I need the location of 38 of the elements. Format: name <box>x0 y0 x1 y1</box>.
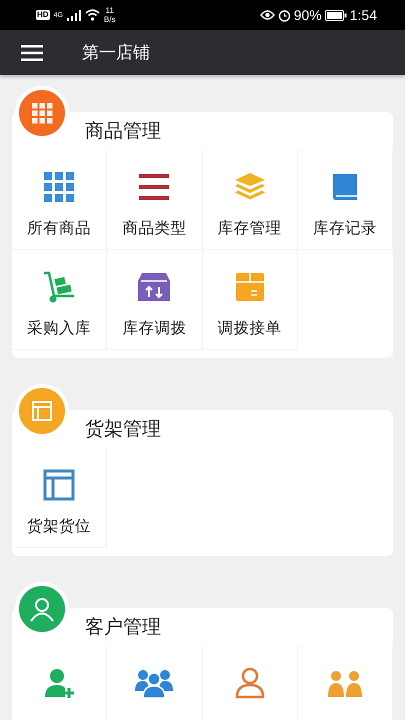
section-title: 客户管理 <box>85 615 162 640</box>
hand-truck-icon <box>42 270 76 304</box>
box-icon <box>234 270 266 304</box>
tile-label: 货架货位 <box>27 516 92 537</box>
menu-tile[interactable]: 商品类型 <box>107 150 202 250</box>
alarm-icon <box>278 8 291 22</box>
battery-icon <box>324 10 347 20</box>
grid-icon <box>43 170 76 204</box>
add-user-icon <box>43 666 76 700</box>
tile-label: 库存调拨 <box>122 318 186 339</box>
shelf-icon <box>43 468 76 502</box>
menu-icon[interactable] <box>21 44 43 60</box>
section-title: 货架管理 <box>85 417 162 442</box>
eye-icon <box>260 10 275 20</box>
signal-icon <box>66 10 81 20</box>
menu-tile[interactable]: 所有商品 <box>12 150 108 250</box>
section-title: 商品管理 <box>85 119 162 144</box>
transfer-box-icon <box>137 270 172 304</box>
tile-label: 库存记录 <box>312 218 377 239</box>
menu-tile[interactable]: 采购入库 <box>12 250 108 350</box>
menu-tile[interactable]: 库存记录 <box>298 150 393 250</box>
tile-label: 所有商品 <box>27 218 92 239</box>
menu-tile[interactable]: 库存调拨 <box>107 250 202 350</box>
wifi-icon <box>84 9 100 21</box>
tile-label: 采购入库 <box>27 318 92 339</box>
tile-label: 调拨接单 <box>218 318 282 339</box>
speed-value: 11 <box>106 6 114 15</box>
store-title: 第一店铺 <box>82 42 150 64</box>
menu-tile[interactable]: 货架货位 <box>12 448 108 548</box>
speed-unit: B/s <box>104 15 116 24</box>
menu-tile[interactable]: 调拨接单 <box>202 250 298 350</box>
tile-label: 库存管理 <box>218 218 282 239</box>
user-icon <box>234 666 266 700</box>
hd-icon: HD <box>36 10 50 20</box>
battery-percent: 90% <box>294 7 322 23</box>
menu-tile[interactable]: 库存管理 <box>202 150 298 250</box>
clock-time: 1:54 <box>350 7 377 23</box>
tile-label: 商品类型 <box>122 218 186 239</box>
